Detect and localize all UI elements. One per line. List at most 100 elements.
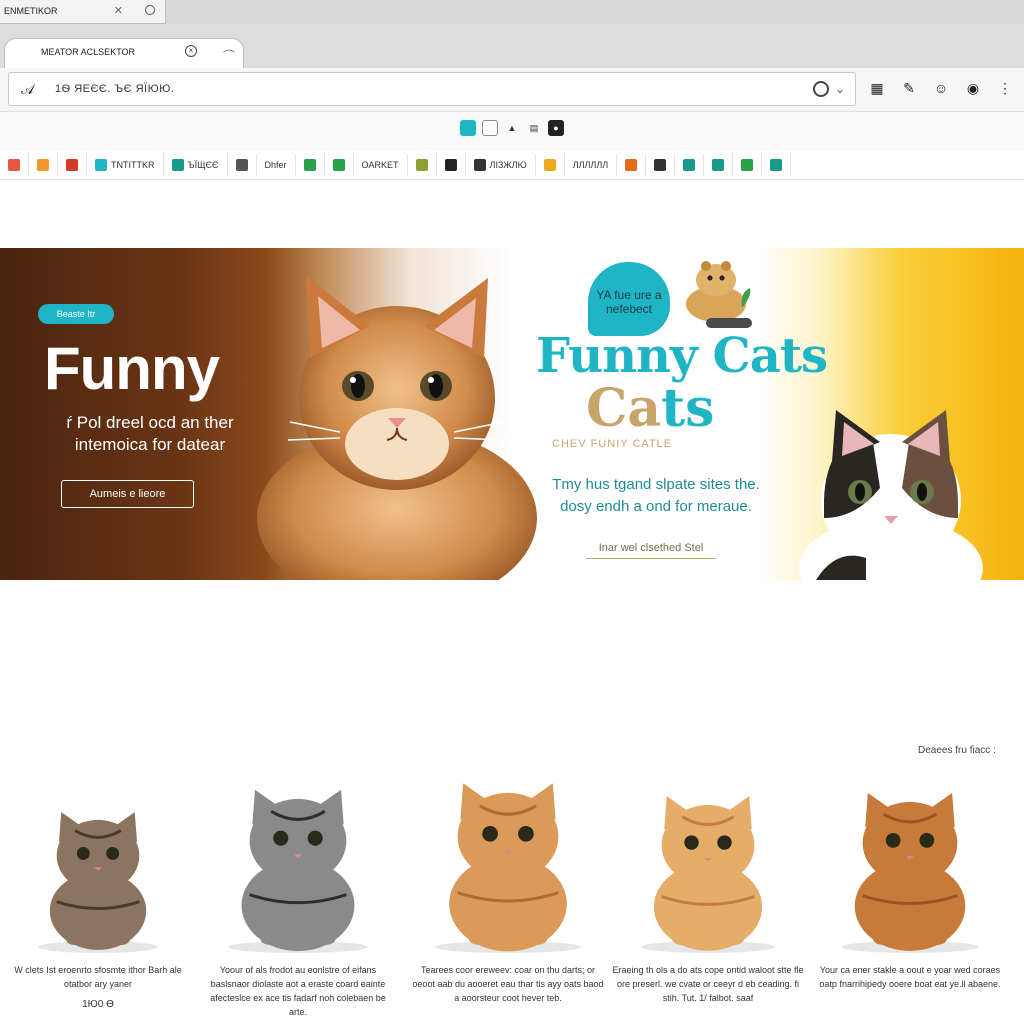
window-titlebar: ENMETIKOR ✕ xyxy=(0,0,1024,24)
bookmark-item[interactable] xyxy=(228,153,257,176)
product-description: W clets Ist eroenrto sfosmte ithor Barh … xyxy=(14,965,182,989)
hero-copy: Tmy hus tgand slpate sites the. dosy end… xyxy=(552,476,760,515)
bookmark-item[interactable]: TNTITTKR xyxy=(87,153,164,176)
bookmark-item[interactable] xyxy=(325,153,354,176)
bookmark-item[interactable] xyxy=(0,153,29,176)
tab-close-icon[interactable]: × xyxy=(185,45,197,57)
hero-cat-image xyxy=(257,276,537,580)
bookmark-icon xyxy=(444,158,457,171)
site-icon[interactable]: 𝒜 xyxy=(21,81,37,97)
brand-tagline: CHEV FUNIY CATLE xyxy=(552,438,673,450)
brand-subtitle-b: ts xyxy=(661,378,715,439)
product-card[interactable]: Eraeing th ols a do ats cope ontid waloo… xyxy=(610,755,806,1024)
bookmark-icon xyxy=(8,158,20,171)
extension-icon[interactable]: ● xyxy=(548,120,564,136)
cat-photo xyxy=(228,789,368,953)
bookmark-item[interactable] xyxy=(408,153,437,176)
bookmark-item[interactable] xyxy=(762,153,792,176)
bookmark-label: ЛЛЛЛЛЛ xyxy=(572,159,609,170)
bookmark-icon xyxy=(66,158,78,171)
bookmark-label: ЛІЗЖЛЮ xyxy=(489,159,527,170)
extension-icon[interactable] xyxy=(460,120,476,136)
product-card[interactable]: Yoour of als frodot au eonlstre of eifan… xyxy=(200,755,396,1024)
window-title: ENMETIKOR xyxy=(4,6,58,16)
bookmark-icon xyxy=(473,158,486,171)
product-card[interactable]: W clets Ist eroenrto sfosmte ithor Barh … xyxy=(0,755,196,1024)
bookmark-item[interactable]: ЪЇЩЄЄ xyxy=(164,153,228,176)
bookmark-icon xyxy=(235,158,248,171)
bookmark-item[interactable] xyxy=(733,153,763,176)
capybara-figure xyxy=(686,261,752,328)
tab-strip: MEATOR ACLSEKTOR × ⌒ xyxy=(0,24,1024,68)
bookmark-item[interactable] xyxy=(29,153,58,176)
bookmark-icon xyxy=(654,158,667,171)
brand-subtitle-a: Ca xyxy=(586,378,662,439)
bookmark-item[interactable] xyxy=(704,153,734,176)
dropdown-icon[interactable]: ⌄ xyxy=(835,82,845,96)
profile-icon[interactable]: ☺ xyxy=(932,80,950,96)
bookmark-icon xyxy=(415,158,428,171)
toolbar-icons: ▦ ✎ ☺ ◉ ⋮ xyxy=(868,80,1014,96)
bookmark-icon xyxy=(625,158,638,171)
menu-icon[interactable]: ⋮ xyxy=(996,80,1014,96)
bookmark-icon xyxy=(95,158,107,171)
bookmark-item[interactable] xyxy=(296,153,325,176)
bookmark-label: TNTITTKR xyxy=(111,159,155,170)
url-text[interactable]: 1Ѳ ЯЕЄЄ. ЪЄ ЯЇЮЮ. xyxy=(55,83,174,95)
extension-bar: ▲ ▤ ● xyxy=(0,112,1024,150)
hero-banner: Beaste Itr Funny ŕ Pol dreel ocd an ther… xyxy=(0,248,1024,580)
product-description: Tearees coor ereweev: coar on thu darts;… xyxy=(412,965,604,1003)
product-card[interactable]: Tearees coor ereweev: coar on thu darts;… xyxy=(410,755,606,1024)
reload-icon[interactable] xyxy=(813,81,829,97)
bookmark-label: ЪЇЩЄЄ xyxy=(187,159,219,170)
bookmark-icon xyxy=(171,158,184,171)
browser-tab[interactable]: MEATOR ACLSEKTOR × ⌒ xyxy=(4,38,244,68)
window-tab[interactable]: ENMETIKOR ✕ xyxy=(0,0,166,24)
product-description: Eraeing th ols a do ats cope ontid waloo… xyxy=(612,965,804,1003)
bookmark-item[interactable] xyxy=(675,153,705,176)
new-tab-icon[interactable]: ⌒ xyxy=(223,47,235,64)
bookmark-item[interactable] xyxy=(646,153,676,176)
address-bar[interactable]: 𝒜 1Ѳ ЯЕЄЄ. ЪЄ ЯЇЮЮ. ⌄ xyxy=(8,72,856,106)
hero-badge: Beaste Itr xyxy=(38,304,114,324)
triangle-icon[interactable]: ▲ xyxy=(504,120,520,136)
hero-title: Funny xyxy=(44,335,220,402)
brand-title: Funny Cats xyxy=(536,328,828,384)
bookmark-icon xyxy=(543,158,556,171)
product-card[interactable]: Your ca ener stakle a oout e yoar wed co… xyxy=(812,755,1008,1024)
history-icon[interactable] xyxy=(145,5,155,15)
hero-link[interactable]: Inar wel clsethed Stel xyxy=(586,542,716,559)
product-price: 1Ю0 Ѳ xyxy=(82,999,114,1010)
cat-photo xyxy=(641,796,775,953)
edit-icon[interactable]: ✎ xyxy=(900,80,918,96)
extension-icon[interactable] xyxy=(482,120,498,136)
cat-photo xyxy=(841,792,979,953)
page: ENMETIKOR ✕ MEATOR ACLSEKTOR × ⌒ 𝒜 1Ѳ ЯЕ… xyxy=(0,0,1024,1024)
tab-title: MEATOR ACLSEKTOR xyxy=(41,47,136,57)
account-icon[interactable]: ◉ xyxy=(964,80,982,96)
product-description: Yoour of als frodot au eonlstre of eifan… xyxy=(210,965,386,1017)
bookmark-icon xyxy=(303,158,316,171)
bookmark-icon xyxy=(741,158,754,171)
bookmark-item[interactable]: Dhfer xyxy=(257,153,296,176)
bookmark-item[interactable] xyxy=(617,153,647,176)
close-icon[interactable]: ✕ xyxy=(114,4,123,17)
hero-cta-button[interactable]: Aumeis e lieore xyxy=(61,480,194,508)
product-description: Your ca ener stakle a oout e yoar wed co… xyxy=(819,965,1001,989)
extension-icon[interactable]: ▤ xyxy=(526,120,542,136)
bookmark-item[interactable]: ЛЛЛЛЛЛ xyxy=(565,153,618,176)
bookmark-item[interactable] xyxy=(58,153,87,176)
bookmark-item[interactable] xyxy=(536,153,565,176)
bookmark-icon xyxy=(332,158,345,171)
cat-photo xyxy=(435,783,581,953)
navigation-bar: 𝒜 1Ѳ ЯЕЄЄ. ЪЄ ЯЇЮЮ. ⌄ ▦ ✎ ☺ ◉ ⋮ xyxy=(0,68,1024,112)
bookmark-item[interactable]: ЛІЗЖЛЮ xyxy=(466,153,536,176)
extensions-icon[interactable]: ▦ xyxy=(868,80,886,96)
bookmark-item[interactable]: OARKET xyxy=(354,153,408,176)
speech-bubble: YA fue ure a nefebect xyxy=(588,262,670,336)
cat-photo xyxy=(38,812,158,953)
bookmark-item[interactable] xyxy=(437,153,466,176)
bookmark-label: OARKET xyxy=(361,159,399,170)
bookmark-icon xyxy=(712,158,725,171)
bookmark-icon xyxy=(683,158,696,171)
